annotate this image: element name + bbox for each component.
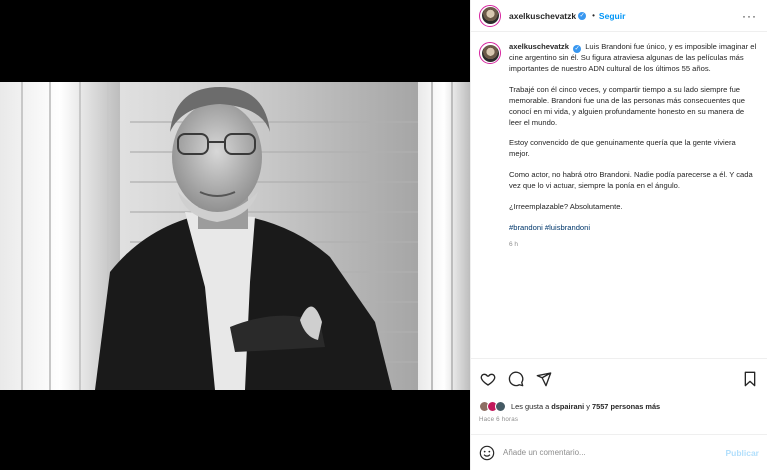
caption-paragraph-4: Como actor, no habrá otro Brandoni. Nadi… xyxy=(509,170,753,191)
verified-icon: ✓ xyxy=(578,11,587,20)
comment-input[interactable] xyxy=(503,448,726,457)
caption-avatar[interactable] xyxy=(479,42,501,64)
likes-prefix: Les gusta a xyxy=(511,401,550,411)
comment-bar: Publicar xyxy=(471,434,767,470)
caption-time: 6 h xyxy=(509,240,519,248)
caption-username[interactable]: axelkuschevatzk xyxy=(509,42,569,51)
header-username[interactable]: axelkuschevatzk xyxy=(509,11,576,21)
follow-button[interactable]: Seguir xyxy=(599,11,625,21)
comment-icon[interactable] xyxy=(507,370,525,388)
caption-hashtags[interactable]: #brandoni #luisbrandoni xyxy=(509,223,757,234)
publish-button[interactable]: Publicar xyxy=(725,448,759,458)
share-icon[interactable] xyxy=(535,370,553,388)
post-media[interactable] xyxy=(0,0,470,470)
post-modal: axelkuschevatzk ✓ • Seguir ··· axelkusch… xyxy=(0,0,767,470)
likes-conj: y xyxy=(586,401,590,411)
liker-avatar[interactable] xyxy=(495,400,506,412)
post-photo xyxy=(0,82,470,390)
avatar-image xyxy=(481,44,499,62)
caption-row: axelkuschevatzk ✓ Luis Brandoni fue únic… xyxy=(479,42,757,251)
likes-row: Les gusta a dspairani y 7557 personas má… xyxy=(471,398,767,414)
avatar[interactable] xyxy=(479,4,501,27)
avatar-image xyxy=(481,7,499,24)
caption-section: axelkuschevatzk ✓ Luis Brandoni fue únic… xyxy=(471,32,767,358)
likes-count[interactable]: 7557 personas más xyxy=(592,402,660,411)
post-header: axelkuschevatzk ✓ • Seguir ··· xyxy=(471,0,767,32)
more-options-icon[interactable]: ··· xyxy=(742,9,757,23)
likes-text: Les gusta a dspairani y 7557 personas má… xyxy=(511,402,660,411)
caption-paragraph-2: Trabajé con él cinco veces, y compartir … xyxy=(509,84,745,127)
emoji-icon[interactable] xyxy=(479,445,495,461)
post-sidebar: axelkuschevatzk ✓ • Seguir ··· axelkusch… xyxy=(470,0,767,470)
separator-dot: • xyxy=(592,11,595,20)
action-bar xyxy=(471,358,767,398)
caption-text: axelkuschevatzk ✓ Luis Brandoni fue únic… xyxy=(509,42,757,251)
caption-paragraph-1: axelkuschevatzk ✓ Luis Brandoni fue únic… xyxy=(509,42,757,75)
likes-user[interactable]: dspairani xyxy=(551,402,584,411)
posted-ago: Hace 6 horas xyxy=(479,416,519,423)
heart-icon[interactable] xyxy=(479,370,497,388)
bookmark-icon[interactable] xyxy=(741,370,759,388)
caption-paragraph-3: Estoy convencido de que genuinamente que… xyxy=(509,138,736,159)
verified-icon: ✓ xyxy=(573,45,582,53)
caption-paragraph-5: ¿Irreemplazable? Absolutamente. xyxy=(509,202,623,212)
